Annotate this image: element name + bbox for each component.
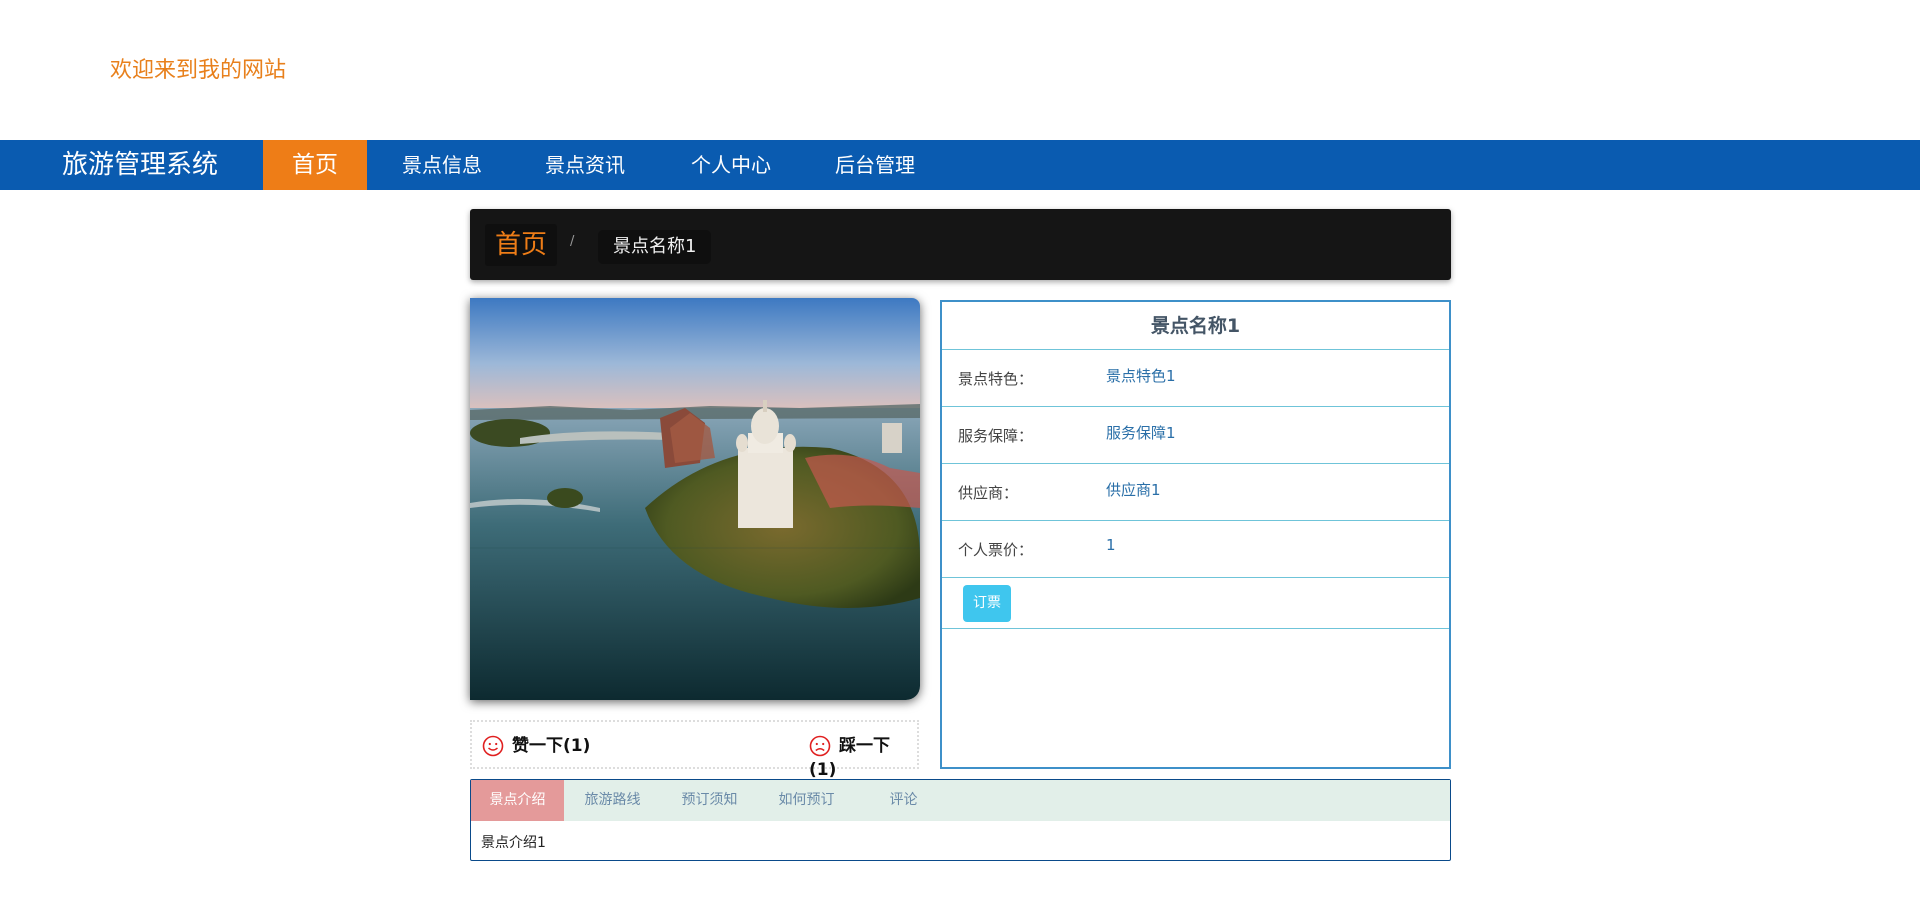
detail-label: 服务保障： xyxy=(958,427,1034,445)
breadcrumb-current: 景点名称1 xyxy=(598,230,712,264)
nav-item-label: 首页 xyxy=(292,152,338,178)
detail-row-price: 个人票价： 1 xyxy=(942,521,1449,578)
breadcrumb-separator: / xyxy=(570,234,575,249)
nav-item-label: 景点信息 xyxy=(402,153,482,177)
tab-content: 景点介绍1 xyxy=(481,835,546,851)
nav-item-scenic-news[interactable]: 景点资讯 xyxy=(512,140,658,191)
detail-row-feature: 景点特色： 景点特色1 xyxy=(942,350,1449,407)
dislike-button[interactable]: 踩一下(1) xyxy=(809,734,917,780)
order-ticket-button[interactable]: 订票 xyxy=(963,585,1011,622)
detail-value: 1 xyxy=(1106,536,1116,554)
frown-icon xyxy=(809,735,831,757)
breadcrumb: 首页 / 景点名称1 xyxy=(470,209,1451,280)
tab-booking-notice[interactable]: 预订须知 xyxy=(661,780,758,821)
breadcrumb-home-link[interactable]: 首页 xyxy=(485,224,558,266)
scenic-details-panel: 景点名称1 景点特色： 景点特色1 服务保障： 服务保障1 供应商： 供应商1 … xyxy=(940,300,1451,769)
detail-value: 景点特色1 xyxy=(1106,367,1176,385)
welcome-text: 欢迎来到我的网站 xyxy=(110,58,287,83)
vote-bar: 赞一下(1) 踩一下(1) xyxy=(470,720,919,780)
detail-label: 供应商： xyxy=(958,484,1019,502)
detail-value: 供应商1 xyxy=(1106,481,1161,499)
nav-divider xyxy=(658,190,804,191)
detail-label: 个人票价： xyxy=(958,541,1034,559)
nav-item-label: 个人中心 xyxy=(691,153,771,177)
scenic-photo xyxy=(470,298,920,700)
nav-item-label: 景点资讯 xyxy=(545,153,625,177)
tab-strip: 景点介绍 旅游路线 预订须知 如何预订 评论 xyxy=(471,780,1450,821)
tab-route[interactable]: 旅游路线 xyxy=(564,780,661,821)
order-row: 订票 xyxy=(942,578,1449,629)
smile-icon xyxy=(482,735,504,757)
nav-item-scenic-info[interactable]: 景点信息 xyxy=(367,140,517,191)
detail-row-service: 服务保障： 服务保障1 xyxy=(942,407,1449,464)
site-brand[interactable]: 旅游管理系统 xyxy=(62,140,218,190)
scenic-title: 景点名称1 xyxy=(942,302,1449,350)
nav-divider xyxy=(804,190,946,191)
tab-comments[interactable]: 评论 xyxy=(855,780,952,821)
nav-item-admin[interactable]: 后台管理 xyxy=(804,140,946,191)
tab-intro[interactable]: 景点介绍 xyxy=(471,780,564,821)
nav-item-user-center[interactable]: 个人中心 xyxy=(658,140,804,191)
top-navbar: 旅游管理系统 首页 景点信息 景点资讯 个人中心 后台管理 xyxy=(0,140,1920,191)
nav-divider xyxy=(512,190,658,191)
like-label: 赞一下(1) xyxy=(512,736,591,756)
tab-how-to-book[interactable]: 如何预订 xyxy=(758,780,855,821)
detail-row-supplier: 供应商： 供应商1 xyxy=(942,464,1449,521)
nav-item-label: 后台管理 xyxy=(835,153,915,177)
like-button[interactable]: 赞一下(1) xyxy=(482,734,590,758)
detail-tabs: 景点介绍 旅游路线 预订须知 如何预订 评论 景点介绍1 xyxy=(470,779,1451,861)
nav-item-home[interactable]: 首页 xyxy=(263,140,367,190)
detail-label: 景点特色： xyxy=(958,370,1034,388)
detail-value: 服务保障1 xyxy=(1106,424,1176,442)
